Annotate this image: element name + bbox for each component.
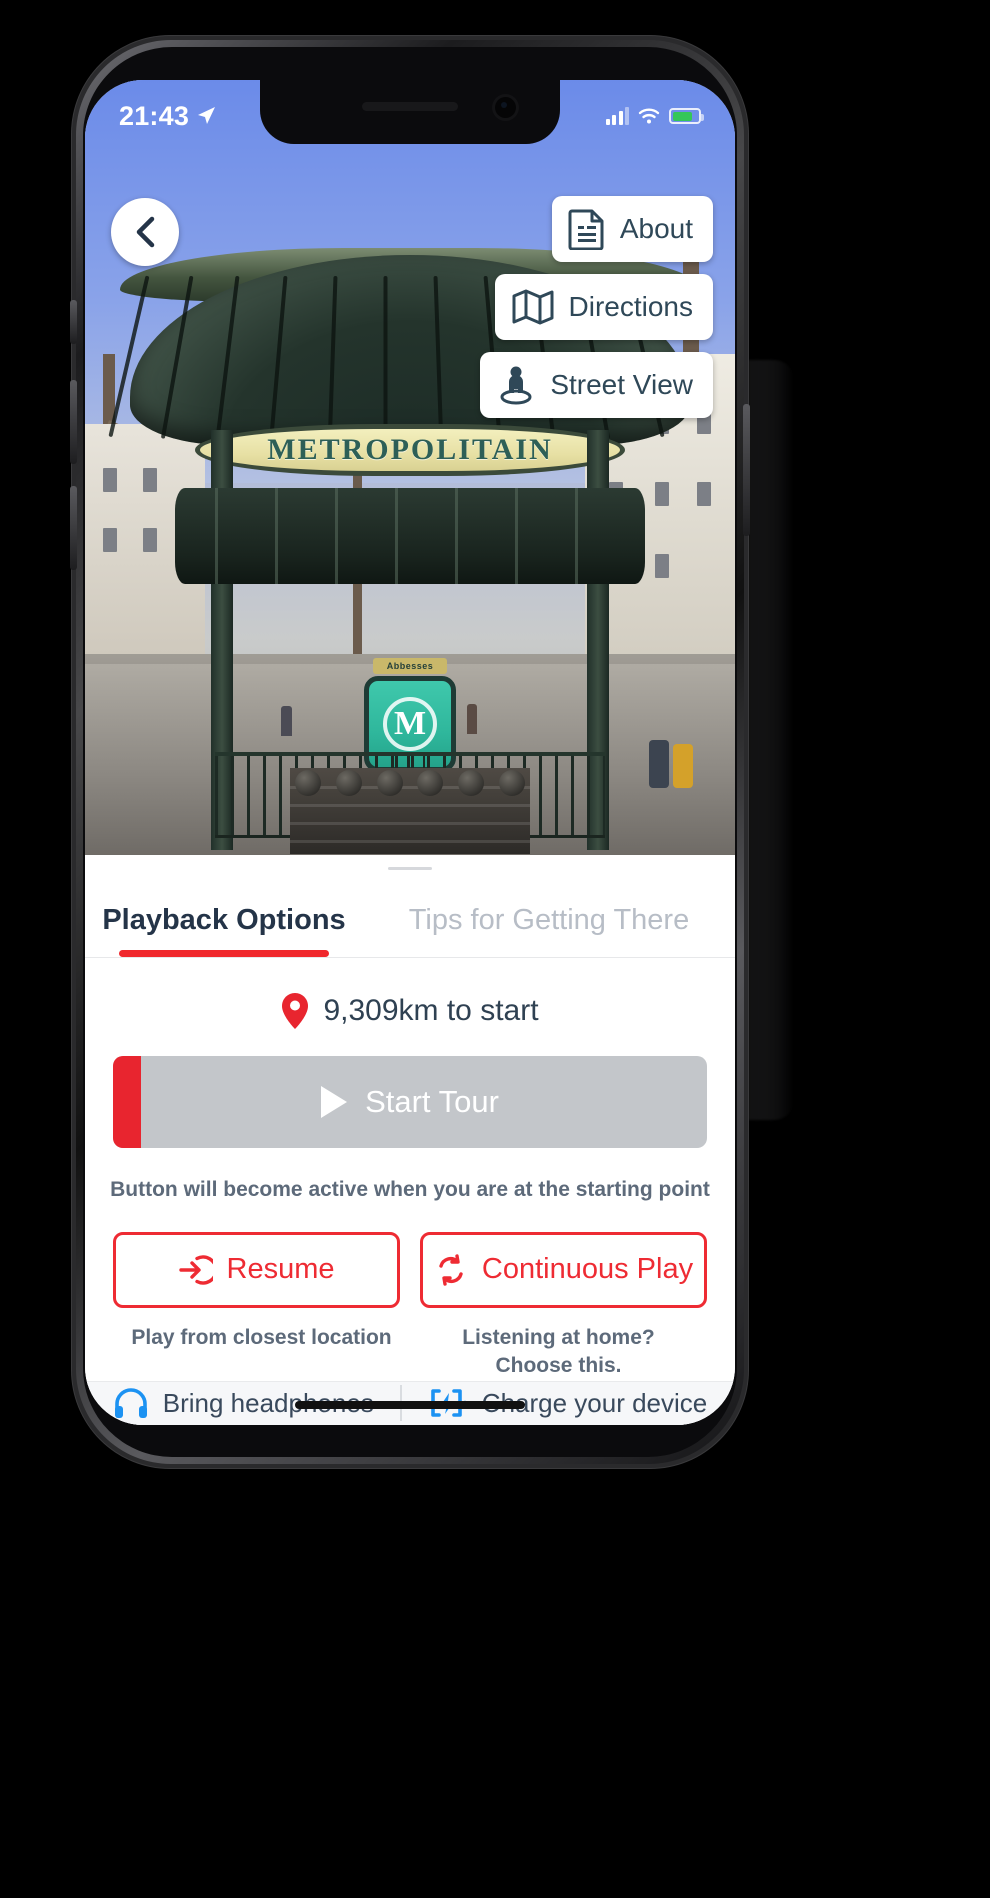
metro-m-letter: M xyxy=(383,697,437,751)
station-name-plate: Abbesses xyxy=(373,658,447,674)
home-indicator[interactable] xyxy=(295,1401,525,1409)
chevron-left-icon xyxy=(136,216,155,248)
volume-down-button[interactable] xyxy=(70,486,77,570)
tab-playback-options[interactable]: Playback Options xyxy=(85,870,363,957)
continuous-play-caption: Listening at home? Choose this. xyxy=(410,1324,707,1381)
tab-tips-for-getting-there[interactable]: Tips for Getting There xyxy=(363,870,735,957)
start-tour-button[interactable]: Start Tour xyxy=(113,1055,707,1148)
secondary-captions: Play from closest location Listening at … xyxy=(85,1308,735,1381)
continuous-play-caption-line1: Listening at home? xyxy=(462,1325,655,1349)
back-button[interactable] xyxy=(111,198,179,266)
resume-caption: Play from closest location xyxy=(131,1325,392,1349)
repeat-icon xyxy=(439,1254,463,1286)
directions-button[interactable]: Directions xyxy=(494,274,713,340)
map-icon xyxy=(512,289,554,325)
continuous-play-button[interactable]: Continuous Play xyxy=(420,1231,707,1308)
resume-button[interactable]: Resume xyxy=(113,1231,400,1308)
map-pin-icon xyxy=(282,992,309,1029)
start-tour-progress xyxy=(113,1055,141,1148)
sign-in-icon xyxy=(178,1255,213,1285)
tab-tips-label: Tips for Getting There xyxy=(408,903,690,936)
status-bar-time: 21:43 xyxy=(119,100,190,131)
resume-button-label: Resume xyxy=(226,1253,335,1286)
start-tour-hint: Button will become active when you are a… xyxy=(110,1177,710,1201)
battery-charging-icon xyxy=(669,108,704,124)
hero-photo: METROPOLITAIN Abbesses M About Direction… xyxy=(85,80,735,855)
volume-up-button[interactable] xyxy=(70,380,77,464)
location-arrow-icon xyxy=(198,107,216,124)
device-reflection xyxy=(748,360,794,1120)
document-icon xyxy=(568,209,604,250)
secondary-button-row: Resume Continuous Play xyxy=(85,1202,735,1308)
metropolitain-sign-text: METROPOLITAIN xyxy=(267,433,553,466)
tab-playback-options-label: Playback Options xyxy=(102,903,346,936)
power-button[interactable] xyxy=(743,404,750,536)
phone-screen: METROPOLITAIN Abbesses M About Direction… xyxy=(85,80,735,1425)
street-view-button-label: Street View xyxy=(550,369,693,400)
seated-person xyxy=(649,740,669,788)
tab-bar: Playback Options Tips for Getting There xyxy=(85,870,735,958)
cellular-bars-icon xyxy=(605,107,629,125)
continuous-play-caption-line2: Choose this. xyxy=(495,1354,622,1378)
status-bar-left: 21:43 xyxy=(119,93,217,132)
directions-button-label: Directions xyxy=(568,291,693,322)
mute-switch[interactable] xyxy=(70,300,77,344)
street-view-button[interactable]: Street View xyxy=(480,352,713,418)
screenshot-root: METROPOLITAIN Abbesses M About Direction… xyxy=(0,0,990,1898)
distance-to-start: 9,309km to start xyxy=(85,958,735,1056)
inner-roof-deck xyxy=(175,488,645,584)
continuous-play-button-label: Continuous Play xyxy=(481,1253,694,1286)
pegman-icon xyxy=(500,366,532,405)
metropolitain-sign: METROPOLITAIN xyxy=(195,424,625,476)
status-bar-right xyxy=(605,99,704,125)
about-button-label: About xyxy=(619,213,693,244)
play-icon xyxy=(321,1085,348,1118)
headphones-icon xyxy=(114,1388,147,1419)
seated-person xyxy=(673,744,693,788)
about-button[interactable]: About xyxy=(551,196,713,262)
hero-action-list: About Directions Street View xyxy=(480,196,713,418)
start-tour-label: Start Tour xyxy=(365,1083,499,1119)
status-bar: 21:43 xyxy=(85,80,735,144)
pedestrian xyxy=(467,704,477,734)
wifi-icon xyxy=(638,108,660,124)
start-tour-wrap: Start Tour xyxy=(85,1055,735,1148)
distance-text: 9,309km to start xyxy=(323,993,539,1027)
pedestrian xyxy=(281,706,292,736)
stair-lamp-row xyxy=(295,770,525,796)
bottom-sheet: Playback Options Tips for Getting There … xyxy=(85,855,735,1425)
